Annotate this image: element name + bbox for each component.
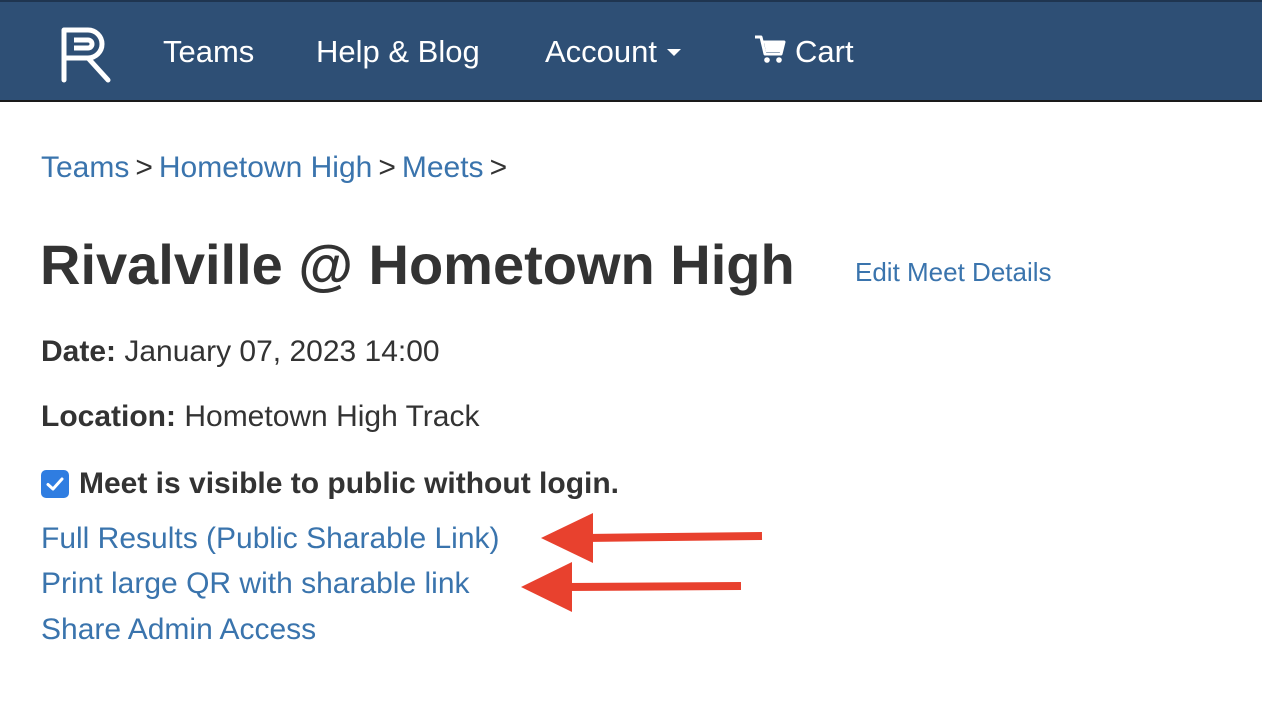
meet-location: Location: Hometown High Track <box>41 399 479 435</box>
nav-cart[interactable]: Cart <box>753 32 854 72</box>
breadcrumb-separator: > <box>135 151 153 184</box>
breadcrumb-separator: > <box>489 151 508 184</box>
visibility-setting: Meet is visible to public without login. <box>41 466 619 502</box>
breadcrumb-teams[interactable]: Teams <box>41 151 129 184</box>
arrow-icon <box>521 562 742 612</box>
check-icon <box>46 477 64 491</box>
public-visibility-checkbox[interactable] <box>41 470 69 498</box>
chevron-down-icon <box>667 49 682 57</box>
cart-icon <box>755 35 786 63</box>
full-results-link[interactable]: Full Results (Public Sharable Link) <box>41 521 500 557</box>
nav-help-blog[interactable]: Help & Blog <box>316 32 480 72</box>
date-value: January 07, 2023 14:00 <box>124 335 440 368</box>
location-value: Hometown High Track <box>184 400 480 433</box>
date-label: Date: <box>41 335 117 368</box>
logo-icon[interactable] <box>58 26 116 84</box>
print-qr-link[interactable]: Print large QR with sharable link <box>41 566 470 602</box>
meet-date: Date: January 07, 2023 14:00 <box>41 334 440 370</box>
nav-account-label: Account <box>545 34 658 69</box>
page-title: Rivalville @ Hometown High <box>40 233 795 296</box>
nav-cart-label: Cart <box>795 34 854 69</box>
top-navbar: Teams Help & Blog Account Cart <box>0 0 1262 102</box>
nav-teams[interactable]: Teams <box>163 32 254 72</box>
breadcrumb: Teams > Hometown High > Meets > <box>41 150 513 186</box>
nav-account-dropdown[interactable]: Account <box>545 32 682 72</box>
arrow-icon <box>541 513 763 563</box>
breadcrumb-hometown-high[interactable]: Hometown High <box>159 151 372 184</box>
edit-meet-details-link[interactable]: Edit Meet Details <box>855 257 1052 288</box>
breadcrumb-separator: > <box>378 151 396 184</box>
location-label: Location: <box>41 400 176 433</box>
breadcrumb-meets[interactable]: Meets <box>402 151 484 184</box>
share-admin-access-link[interactable]: Share Admin Access <box>41 612 316 648</box>
visibility-label: Meet is visible to public without login. <box>79 467 620 500</box>
